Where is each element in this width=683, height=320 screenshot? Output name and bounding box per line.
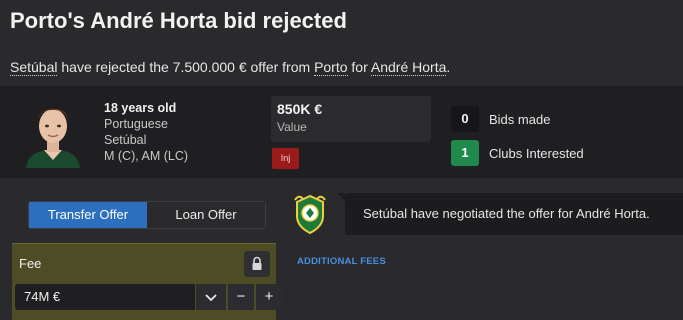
player-club: Setúbal [104, 133, 147, 147]
chevron-down-icon [205, 294, 217, 302]
tab-transfer-offer[interactable]: Transfer Offer [29, 202, 147, 228]
clubs-interested-count: 1 [451, 140, 479, 166]
player-photo[interactable] [22, 96, 84, 168]
fee-panel: Fee 74M € − + [12, 243, 282, 320]
player-age: 18 years old [104, 101, 177, 115]
summary-text-2: for [347, 59, 371, 75]
fee-increase-button[interactable]: + [256, 284, 282, 310]
player-info-band: 18 years old Portuguese Setúbal M (C), A… [0, 86, 683, 178]
fee-decrease-button[interactable]: − [228, 284, 254, 310]
fee-amount-input[interactable]: 74M € [15, 284, 195, 310]
bids-made-stat: 0 Bids made [451, 106, 550, 132]
bids-made-count: 0 [451, 106, 479, 132]
selling-club-link[interactable]: Setúbal [10, 59, 58, 76]
summary-text-1: have rejected the 7.500.000 € offer from [57, 59, 315, 75]
clubs-interested-stat[interactable]: 1 Clubs Interested [451, 140, 584, 166]
player-position: M (C), AM (LC) [104, 149, 189, 163]
player-link[interactable]: André Horta [370, 59, 447, 76]
player-details: 18 years old Portuguese Setúbal M (C), A… [104, 100, 188, 164]
tab-loan-offer[interactable]: Loan Offer [147, 202, 265, 228]
club-crest-icon [294, 194, 326, 234]
negotiation-message: Setúbal have negotiated the offer for An… [337, 193, 683, 235]
page-title: Porto's André Horta bid rejected [10, 8, 347, 33]
lock-button[interactable] [244, 251, 270, 277]
additional-fees-header[interactable]: ADDITIONAL FEES [297, 256, 386, 267]
lock-icon [252, 256, 262, 270]
offer-type-tabs: Transfer Offer Loan Offer [28, 201, 266, 229]
rejection-summary: Setúbal have rejected the 7.500.000 € of… [10, 59, 451, 76]
bidding-club-link[interactable]: Porto [314, 59, 348, 76]
bids-made-label: Bids made [489, 111, 551, 127]
fee-dropdown-button[interactable] [196, 284, 226, 310]
player-value-box: 850K € Value [271, 96, 431, 142]
summary-end: . [446, 59, 451, 75]
player-value-amount: 850K € [277, 101, 323, 117]
injury-badge[interactable]: Inj [272, 148, 299, 169]
player-value-label: Value [277, 120, 307, 134]
clubs-interested-label: Clubs Interested [489, 145, 584, 161]
player-nationality: Portuguese [104, 117, 168, 131]
fee-label: Fee [19, 256, 42, 271]
